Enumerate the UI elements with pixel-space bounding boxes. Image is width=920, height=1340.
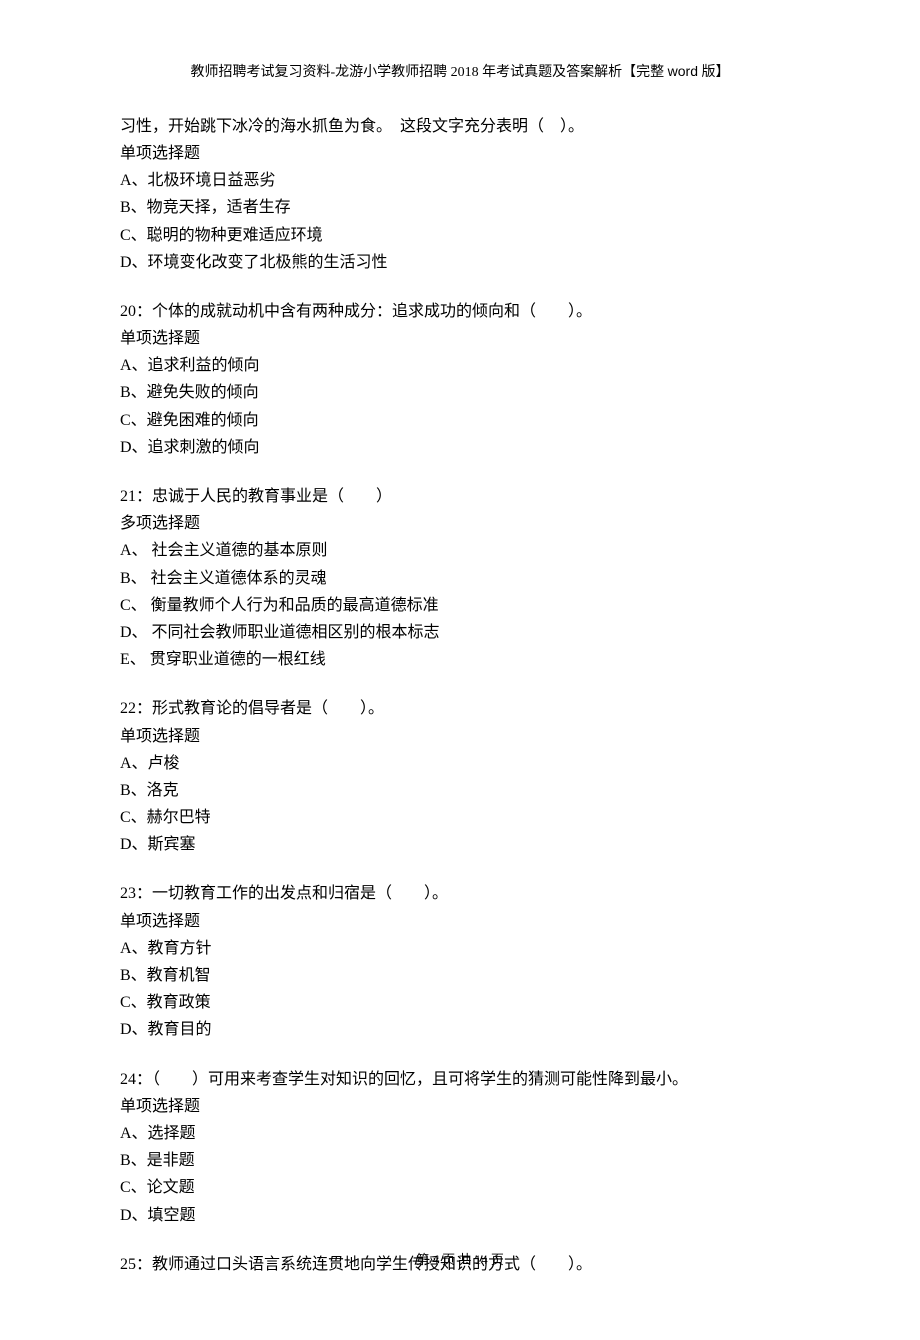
header-year: 2018 bbox=[451, 65, 479, 80]
question-23-type: 单项选择题 bbox=[120, 908, 800, 935]
page-footer: 第 4 页 共 14 页 bbox=[0, 1249, 920, 1268]
question-19-option-c: C、聪明的物种更难适应环境 bbox=[120, 222, 800, 249]
question-21-type: 多项选择题 bbox=[120, 510, 800, 537]
question-22-type: 单项选择题 bbox=[120, 723, 800, 750]
question-20-block: 20：个体的成就动机中含有两种成分：追求成功的倾向和（ ）。 单项选择题 A、追… bbox=[120, 298, 800, 461]
question-24-option-d: D、填空题 bbox=[120, 1202, 800, 1229]
question-20-option-a: A、追求利益的倾向 bbox=[120, 352, 800, 379]
footer-prefix: 第 bbox=[416, 1252, 432, 1267]
question-21-option-a: A、 社会主义道德的基本原则 bbox=[120, 537, 800, 564]
question-24-option-c: C、论文题 bbox=[120, 1174, 800, 1201]
question-23-option-c: C、教育政策 bbox=[120, 989, 800, 1016]
footer-total: 14 bbox=[475, 1252, 488, 1267]
question-24-type: 单项选择题 bbox=[120, 1093, 800, 1120]
question-20-type: 单项选择题 bbox=[120, 325, 800, 352]
question-22-option-a: A、卢梭 bbox=[120, 750, 800, 777]
header-mid: 年考试真题及答案解析【完整 bbox=[479, 65, 668, 80]
question-19-cont: 习性，开始跳下冰冷的海水抓鱼为食。 这段文字充分表明（ ）。 bbox=[120, 113, 800, 140]
question-24-option-a: A、选择题 bbox=[120, 1120, 800, 1147]
question-19-option-a: A、北极环境日益恶劣 bbox=[120, 167, 800, 194]
question-21-stem: 21：忠诚于人民的教育事业是（ ） bbox=[120, 483, 800, 510]
question-20-option-b: B、避免失败的倾向 bbox=[120, 379, 800, 406]
question-22-option-c: C、赫尔巴特 bbox=[120, 804, 800, 831]
question-21-option-d: D、 不同社会教师职业道德相区别的根本标志 bbox=[120, 619, 800, 646]
question-22-option-d: D、斯宾塞 bbox=[120, 831, 800, 858]
header-word: word bbox=[668, 63, 698, 79]
question-22-block: 22：形式教育论的倡导者是（ ）。 单项选择题 A、卢梭 B、洛克 C、赫尔巴特… bbox=[120, 695, 800, 858]
question-23-option-d: D、教育目的 bbox=[120, 1016, 800, 1043]
question-24-stem: 24：（ ）可用来考查学生对知识的回忆，且可将学生的猜测可能性降到最小。 bbox=[120, 1066, 800, 1093]
footer-suffix: 页 bbox=[488, 1252, 504, 1267]
question-23-option-b: B、教育机智 bbox=[120, 962, 800, 989]
question-22-stem: 22：形式教育论的倡导者是（ ）。 bbox=[120, 695, 800, 722]
question-19-option-b: B、物竞天择，适者生存 bbox=[120, 194, 800, 221]
header-prefix: 教师招聘考试复习资料-龙游小学教师招聘 bbox=[190, 65, 450, 80]
question-24-block: 24：（ ）可用来考查学生对知识的回忆，且可将学生的猜测可能性降到最小。 单项选… bbox=[120, 1066, 800, 1229]
question-19-option-d: D、环境变化改变了北极熊的生活习性 bbox=[120, 249, 800, 276]
question-23-option-a: A、教育方针 bbox=[120, 935, 800, 962]
question-19-type: 单项选择题 bbox=[120, 140, 800, 167]
question-21-option-e: E、 贯穿职业道德的一根红线 bbox=[120, 646, 800, 673]
question-24-option-b: B、是非题 bbox=[120, 1147, 800, 1174]
question-21-option-b: B、 社会主义道德体系的灵魂 bbox=[120, 565, 800, 592]
question-21-block: 21：忠诚于人民的教育事业是（ ） 多项选择题 A、 社会主义道德的基本原则 B… bbox=[120, 483, 800, 673]
question-21-option-c: C、 衡量教师个人行为和品质的最高道德标准 bbox=[120, 592, 800, 619]
page-header: 教师招聘考试复习资料-龙游小学教师招聘 2018 年考试真题及答案解析【完整 w… bbox=[120, 60, 800, 85]
question-22-option-b: B、洛克 bbox=[120, 777, 800, 804]
question-19-block: 习性，开始跳下冰冷的海水抓鱼为食。 这段文字充分表明（ ）。 单项选择题 A、北… bbox=[120, 113, 800, 276]
page-content: 教师招聘考试复习资料-龙游小学教师招聘 2018 年考试真题及答案解析【完整 w… bbox=[0, 0, 920, 1340]
question-20-option-d: D、追求刺激的倾向 bbox=[120, 434, 800, 461]
question-20-stem: 20：个体的成就动机中含有两种成分：追求成功的倾向和（ ）。 bbox=[120, 298, 800, 325]
footer-mid: 页 共 bbox=[439, 1252, 475, 1267]
question-23-block: 23：一切教育工作的出发点和归宿是（ ）。 单项选择题 A、教育方针 B、教育机… bbox=[120, 880, 800, 1043]
question-23-stem: 23：一切教育工作的出发点和归宿是（ ）。 bbox=[120, 880, 800, 907]
header-suffix: 版】 bbox=[698, 65, 730, 80]
question-20-option-c: C、避免困难的倾向 bbox=[120, 407, 800, 434]
